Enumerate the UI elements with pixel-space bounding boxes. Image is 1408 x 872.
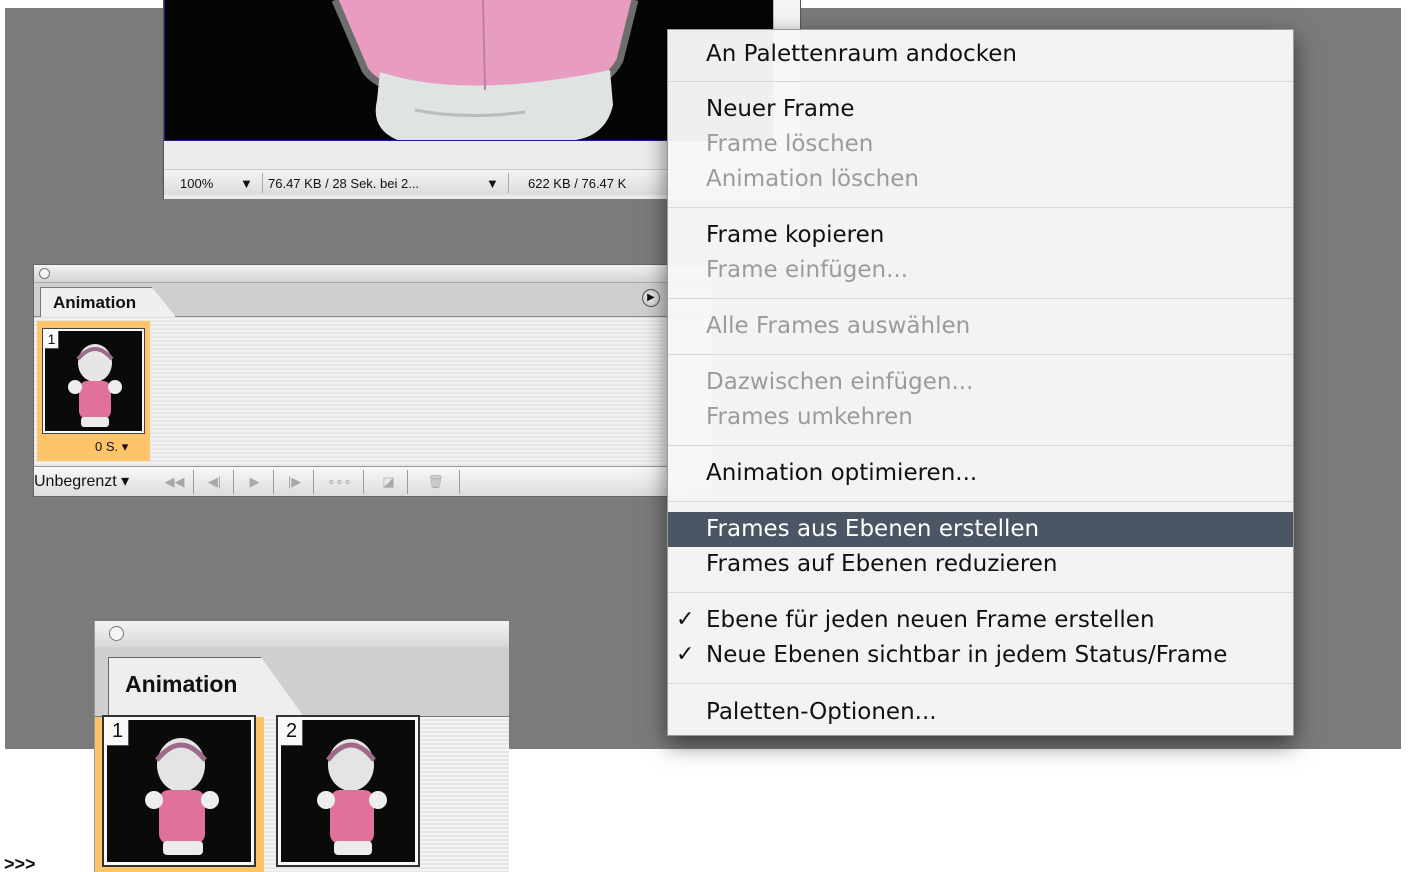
first-frame-icon[interactable]: ◀◀ [156,470,194,494]
figurine-thumbnail [68,344,122,427]
frame-cell-selected[interactable]: 1 0 S. ▾ [37,321,150,461]
duplicate-frame-icon[interactable]: ◪ [370,470,408,494]
previous-frame-icon[interactable]: ◀| [196,470,234,494]
zoom-level[interactable]: 100% [180,176,213,191]
loop-option-select[interactable]: Unbegrenzt ▾ [34,471,129,491]
menu-item-flatten-frames-into-layers[interactable]: Frames auf Ebenen reduzieren [668,547,1293,582]
play-icon[interactable]: ▶ [236,470,274,494]
tween-icon[interactable]: ∘∘∘ [316,470,364,494]
palette-close-button[interactable] [39,268,50,279]
frame-thumbnail[interactable]: 1 [42,328,145,434]
delete-frame-icon[interactable]: 🗑 [412,470,460,494]
menu-item-dock[interactable]: An Palettenraum andocken [668,37,1293,72]
arrow-indicator: >>> [4,854,36,872]
menu-item-tween[interactable]: Dazwischen einfügen... [668,365,1293,400]
result-frame-thumbnail-2[interactable]: 2 [276,715,420,867]
palette-context-menu: An Palettenraum andocken Neuer Frame Fra… [667,29,1294,736]
menu-item-make-frames-from-layers[interactable]: Frames aus Ebenen erstellen [668,512,1293,547]
checkmark-icon: ✓ [676,642,695,667]
checkmark-icon: ✓ [676,607,695,632]
palette-menu-button[interactable]: ▶ [642,289,660,307]
tab-animation[interactable]: Animation [40,287,176,317]
animation-palette: Animation ▶ 1 0 S. ▾ Unbegrenzt ▾ ◀◀ ◀| … [33,264,713,497]
menu-item-copy-frame[interactable]: Frame kopieren [668,218,1293,253]
file-info-dropdown-icon[interactable]: ▼ [486,176,499,191]
result-tab-animation[interactable]: Animation [108,657,304,717]
result-frame-number-2: 2 [281,720,303,746]
menu-item-new-layers-visible[interactable]: ✓ Neue Ebenen sichtbar in jedem Status/Fr… [668,638,1293,673]
result-animation-palette: Animation 1 2 [94,621,509,872]
palette-titlebar[interactable] [34,265,712,283]
zoom-dropdown-icon[interactable]: ▼ [240,176,253,191]
result-frames-area: 1 2 [95,715,509,872]
file-info-status: 76.47 KB / 28 Sek. bei 2... [268,176,420,191]
menu-item-select-all-frames[interactable]: Alle Frames auswählen [668,309,1293,344]
menu-item-new-frame[interactable]: Neuer Frame [668,92,1293,127]
frame-delay[interactable]: 0 S. ▾ [95,439,128,455]
menu-item-create-layer-per-frame[interactable]: ✓ Ebene für jeden neuen Frame erstellen [668,603,1293,638]
next-frame-icon[interactable]: |▶ [276,470,314,494]
frame-number: 1 [45,331,59,349]
result-frame-thumbnail-1[interactable]: 1 [102,715,256,867]
menu-item-paste-frame[interactable]: Frame einfügen... [668,253,1293,288]
result-palette-titlebar[interactable] [95,621,509,647]
menu-item-optimize-animation[interactable]: Animation optimieren... [668,456,1293,491]
result-palette-tab-row: Animation [95,647,509,717]
palette-tab-row: Animation ▶ [34,283,712,317]
menu-item-palette-options[interactable]: Paletten-Optionen... [668,695,1293,730]
menu-item-reverse-frames[interactable]: Frames umkehren [668,400,1293,435]
frames-area: 1 0 S. ▾ [34,318,712,466]
menu-item-delete-animation[interactable]: Animation löschen [668,162,1293,197]
animation-toolbar: Unbegrenzt ▾ ◀◀ ◀| ▶ |▶ ∘∘∘ ◪ 🗑 [34,466,712,496]
result-palette-close-button[interactable] [109,626,124,641]
result-frame-number-1: 1 [107,720,129,746]
result-frame-cell-selected[interactable]: 1 [95,715,264,872]
size-info-status: 622 KB / 76.47 K [528,176,627,191]
menu-item-delete-frame[interactable]: Frame löschen [668,127,1293,162]
